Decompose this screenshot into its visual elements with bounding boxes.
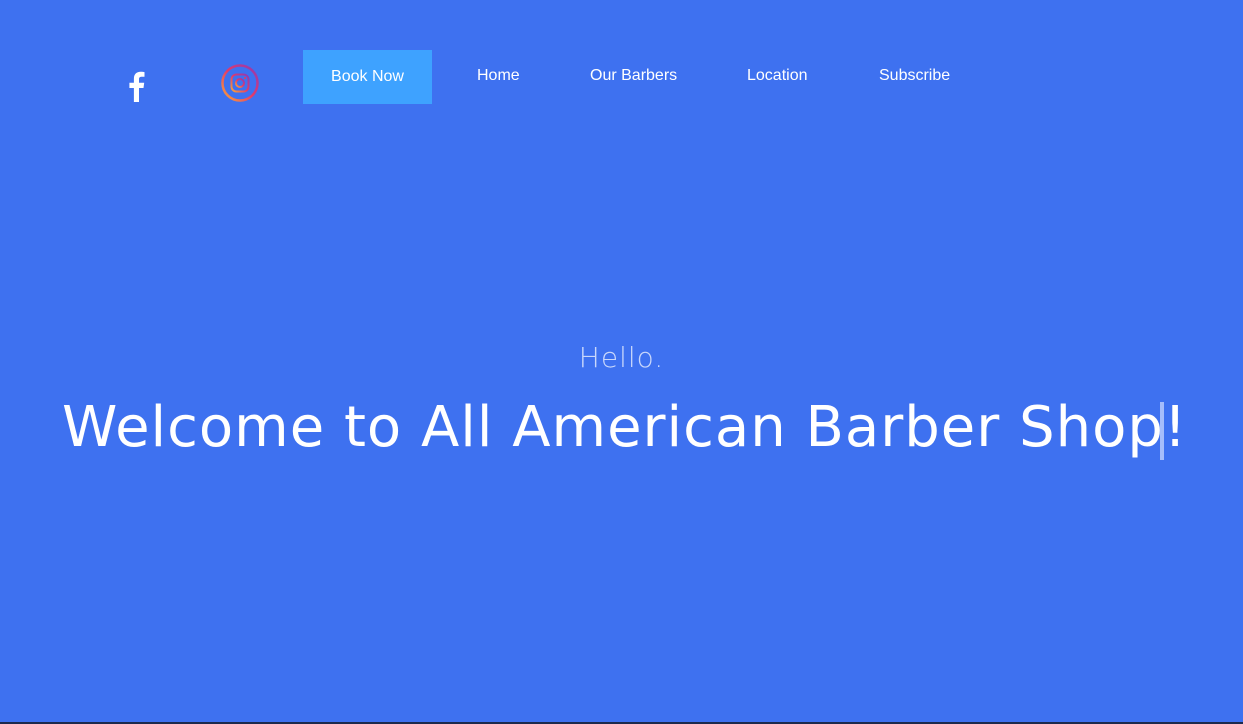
book-now-button[interactable]: Book Now <box>303 50 432 104</box>
hero-headline: Welcome to All American Barber Shop! <box>62 395 1188 460</box>
facebook-icon <box>129 71 145 102</box>
nav-location[interactable]: Location <box>747 66 808 86</box>
instagram-icon <box>221 64 259 102</box>
facebook-link[interactable] <box>122 68 150 104</box>
page: Book Now Home Our Barbers Location Subsc… <box>0 0 1243 722</box>
nav-subscribe[interactable]: Subscribe <box>879 66 950 86</box>
hero-greeting: Hello. <box>578 341 665 374</box>
instagram-link[interactable] <box>221 64 259 102</box>
nav-home[interactable]: Home <box>477 66 520 86</box>
hero-headline-container: Welcome to All American Barber Shop! <box>62 392 1186 472</box>
typing-caret <box>1160 402 1164 460</box>
nav-our-barbers[interactable]: Our Barbers <box>590 66 677 86</box>
